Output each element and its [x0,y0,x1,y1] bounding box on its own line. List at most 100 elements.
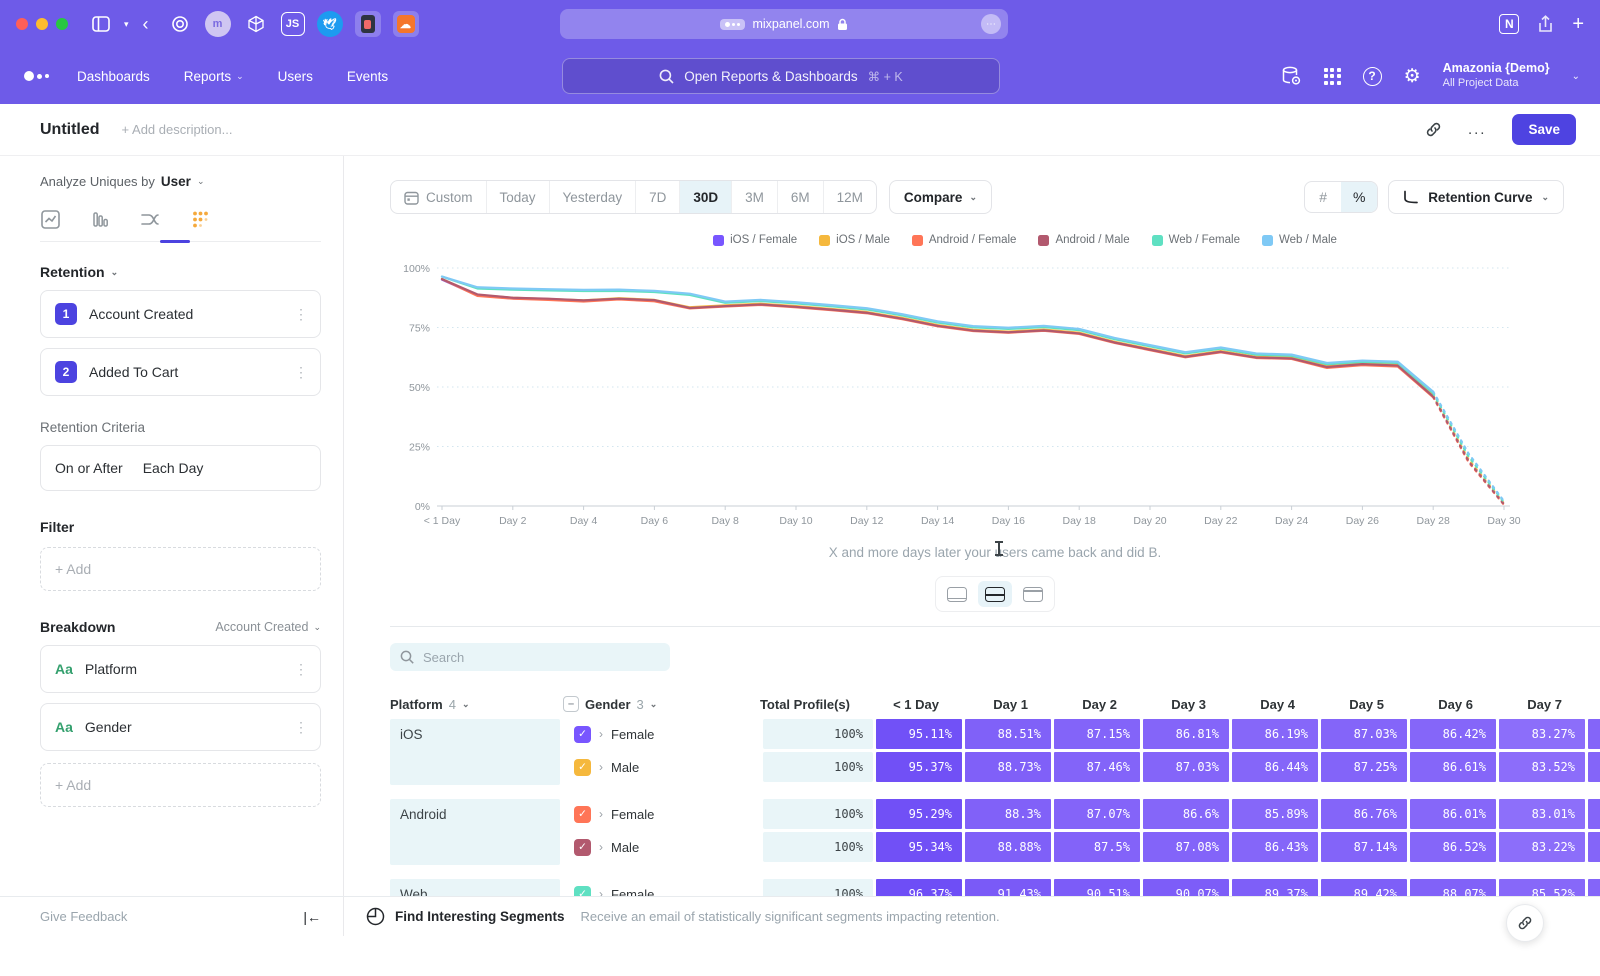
tab-flows[interactable] [140,209,160,229]
traffic-minimize-button[interactable] [36,18,48,30]
day-column-header[interactable]: Day 1 [954,697,1040,712]
tab-retention[interactable] [190,209,210,229]
save-button[interactable]: Save [1512,114,1576,145]
table-only-view-button[interactable] [1016,581,1050,607]
segments-title[interactable]: Find Interesting Segments [395,909,565,924]
criteria-each-day[interactable]: Each Day [143,460,204,476]
share-link-fab[interactable] [1506,904,1544,942]
retention-value-cell[interactable]: 87.08% [1143,832,1229,862]
notion-icon[interactable]: N [1499,14,1519,34]
retention-value-cell[interactable]: 88.51% [965,719,1051,749]
bird-icon[interactable]: 🕊 [317,11,343,37]
retention-value-cell[interactable]: 89.42% [1321,879,1407,896]
day-column-header[interactable]: Day 5 [1310,697,1396,712]
gender-checkbox[interactable]: ✓ [574,839,591,856]
gender-checkbox[interactable]: ✓ [574,806,591,823]
step-kebab-icon[interactable]: ⋮ [294,364,308,381]
range-6m[interactable]: 6M [777,181,823,213]
chart-only-view-button[interactable] [940,581,974,607]
retention-value-cell[interactable]: 95.11% [876,719,962,749]
retention-value-cell[interactable]: 85.89% [1232,799,1318,829]
gender-checkbox[interactable]: ✓ [574,759,591,776]
range-7d[interactable]: 7D [635,181,679,213]
criteria-on-or-after[interactable]: On or After [55,460,123,476]
expand-chevron-icon[interactable]: › [599,840,603,854]
apps-grid-icon[interactable] [1324,68,1341,85]
copy-link-icon[interactable] [1425,121,1442,138]
traffic-close-button[interactable] [16,18,28,30]
address-bar[interactable]: mixpanel.com ⋯ [560,9,1008,39]
retention-value-cell[interactable]: 90.51% [1054,879,1140,896]
mixpanel-logo-icon[interactable] [24,71,49,81]
tab-overview-chevron-icon[interactable]: ▾ [124,19,129,30]
expand-chevron-icon[interactable]: › [599,760,603,774]
day-column-header[interactable]: Day 2 [1043,697,1129,712]
retention-value-cell[interactable]: 86.43% [1232,832,1318,862]
nav-item-dashboards[interactable]: Dashboards [77,69,150,84]
traffic-zoom-button[interactable] [56,18,68,30]
nav-item-users[interactable]: Users [278,69,313,84]
settings-gear-icon[interactable]: ⚙ [1404,65,1421,88]
share-icon[interactable] [1537,15,1554,34]
legend-item[interactable]: iOS / Female [713,234,797,246]
expand-chevron-icon[interactable]: › [599,727,603,741]
expand-chevron-icon[interactable]: › [599,887,603,896]
extensions-more-icon[interactable]: ⋯ [981,14,1001,34]
retention-value-cell[interactable]: 83.01% [1499,799,1585,829]
retention-value-cell[interactable]: 86.44% [1232,752,1318,782]
tab-funnels[interactable] [90,209,110,229]
retention-value-cell[interactable]: 89.37% [1232,879,1318,896]
breakdown-card-gender[interactable]: AaGender⋮ [40,703,321,751]
legend-item[interactable]: Android / Female [912,234,1017,246]
range-30d[interactable]: 30D [679,181,731,213]
help-icon[interactable]: ? [1363,67,1382,86]
range-3m[interactable]: 3M [731,181,777,213]
gender-cell[interactable]: ✓›Female [574,799,760,829]
breakdown-scope-dropdown[interactable]: Account Created ⌄ [215,620,321,634]
breakdown-card-platform[interactable]: AaPlatform⋮ [40,645,321,693]
back-icon[interactable]: ‹ [143,14,149,35]
retention-step-card-1[interactable]: 1Account Created⋮ [40,290,321,338]
retention-value-cell[interactable]: 87.5% [1054,832,1140,862]
day-column-header[interactable]: Day 6 [1399,697,1485,712]
breakdown-kebab-icon[interactable]: ⋮ [294,719,308,736]
password-icon[interactable] [355,11,381,37]
retention-value-cell[interactable]: 86.6% [1143,799,1229,829]
target-icon[interactable] [167,11,193,37]
day-column-header[interactable]: Day 4 [1221,697,1307,712]
retention-value-cell[interactable]: 83.22% [1499,832,1585,862]
retention-value-cell[interactable]: 86.81% [1143,719,1229,749]
retention-value-cell[interactable]: 95.37% [876,752,962,782]
retention-value-cell[interactable]: 86.52% [1410,832,1496,862]
retention-value-cell[interactable]: 87.14% [1321,832,1407,862]
more-menu-icon[interactable]: ... [1468,121,1487,138]
give-feedback-link[interactable]: Give Feedback [40,909,127,924]
retention-value-cell[interactable]: 86.76% [1321,799,1407,829]
project-switcher[interactable]: Amazonia {Demo} All Project Data [1443,61,1550,90]
filter-add-button[interactable]: + Add [40,547,321,591]
step-kebab-icon[interactable]: ⋮ [294,306,308,323]
retention-value-cell[interactable]: 96.37% [876,879,962,896]
retention-step-card-2[interactable]: 2Added To Cart⋮ [40,348,321,396]
compare-button[interactable]: Compare ⌄ [889,180,992,214]
gender-cell[interactable]: ✓›Male [574,752,760,782]
retention-value-cell[interactable]: 87.15% [1054,719,1140,749]
retention-value-cell[interactable]: 95.29% [876,799,962,829]
m-avatar-icon[interactable]: m [205,11,231,37]
cloud-icon[interactable]: ☁ [393,11,419,37]
legend-item[interactable]: Web / Female [1152,234,1240,246]
gender-cell[interactable]: ✓›Male [574,832,760,862]
retention-criteria-card[interactable]: On or After Each Day [40,445,321,491]
cube-icon[interactable] [243,11,269,37]
gender-cell[interactable]: ✓›Female [574,719,760,749]
retention-value-cell[interactable]: 88.73% [965,752,1051,782]
table-viewport[interactable]: Platform4⌄–Gender3⌄Total Profile(s)< 1 D… [390,689,1600,896]
range-12m[interactable]: 12M [823,181,876,213]
legend-item[interactable]: iOS / Male [819,234,890,246]
legend-item[interactable]: Web / Male [1262,234,1337,246]
tab-insights[interactable] [40,209,60,229]
retention-value-cell[interactable]: 83.27% [1499,719,1585,749]
retention-value-cell[interactable]: 90.07% [1143,879,1229,896]
retention-value-cell[interactable]: 86.61% [1410,752,1496,782]
collapse-sidebar-icon[interactable]: |← [303,909,321,925]
